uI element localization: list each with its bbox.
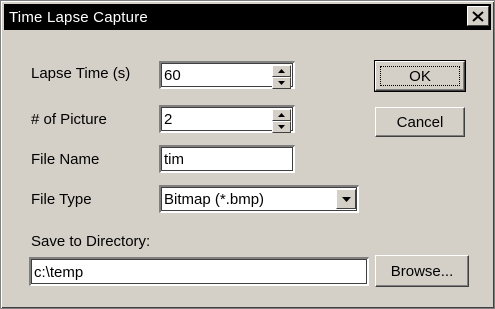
file-name-value: tim (164, 151, 184, 168)
title-bar[interactable]: Time Lapse Capture (4, 4, 491, 30)
num-pictures-increment[interactable] (272, 109, 291, 121)
file-type-select[interactable]: Bitmap (*.bmp) (159, 185, 359, 213)
lapse-time-value: 60 (164, 67, 181, 84)
file-name-label: File Name (31, 151, 100, 168)
lapse-time-increment[interactable] (272, 65, 291, 77)
browse-button[interactable]: Browse... (375, 255, 469, 287)
lapse-time-spinner[interactable] (272, 65, 291, 89)
file-type-label: File Type (31, 191, 92, 208)
cancel-button-label: Cancel (396, 113, 444, 131)
file-type-dropdown-button[interactable] (336, 189, 356, 209)
triangle-up-icon (278, 113, 285, 117)
browse-button-label: Browse... (390, 262, 454, 280)
num-pictures-decrement[interactable] (272, 121, 291, 133)
num-pictures-input[interactable]: 2 (159, 105, 295, 133)
time-lapse-dialog: Time Lapse Capture Lapse Time (s) 60 # o… (0, 0, 495, 309)
close-icon (472, 10, 484, 22)
num-pictures-label: # of Picture (31, 111, 107, 128)
close-button[interactable] (467, 6, 489, 26)
save-directory-value: c:\temp (34, 263, 84, 281)
file-name-input[interactable]: tim (159, 145, 295, 173)
lapse-time-label: Lapse Time (s) (31, 65, 131, 82)
num-pictures-spinner[interactable] (272, 109, 291, 133)
focus-rectangle (380, 66, 460, 86)
triangle-down-icon (278, 125, 285, 129)
file-type-value: Bitmap (*.bmp) (164, 191, 265, 208)
cancel-button[interactable]: Cancel (375, 107, 465, 137)
triangle-up-icon (278, 69, 285, 73)
save-directory-label: Save to Directory: (31, 233, 151, 250)
ok-button[interactable]: OK (374, 60, 466, 92)
dialog-title: Time Lapse Capture (9, 8, 148, 26)
num-pictures-value: 2 (164, 111, 173, 128)
triangle-down-icon (278, 81, 285, 85)
triangle-down-icon (341, 196, 351, 202)
lapse-time-input[interactable]: 60 (159, 61, 295, 89)
lapse-time-decrement[interactable] (272, 77, 291, 89)
save-directory-input[interactable]: c:\temp (29, 257, 369, 286)
